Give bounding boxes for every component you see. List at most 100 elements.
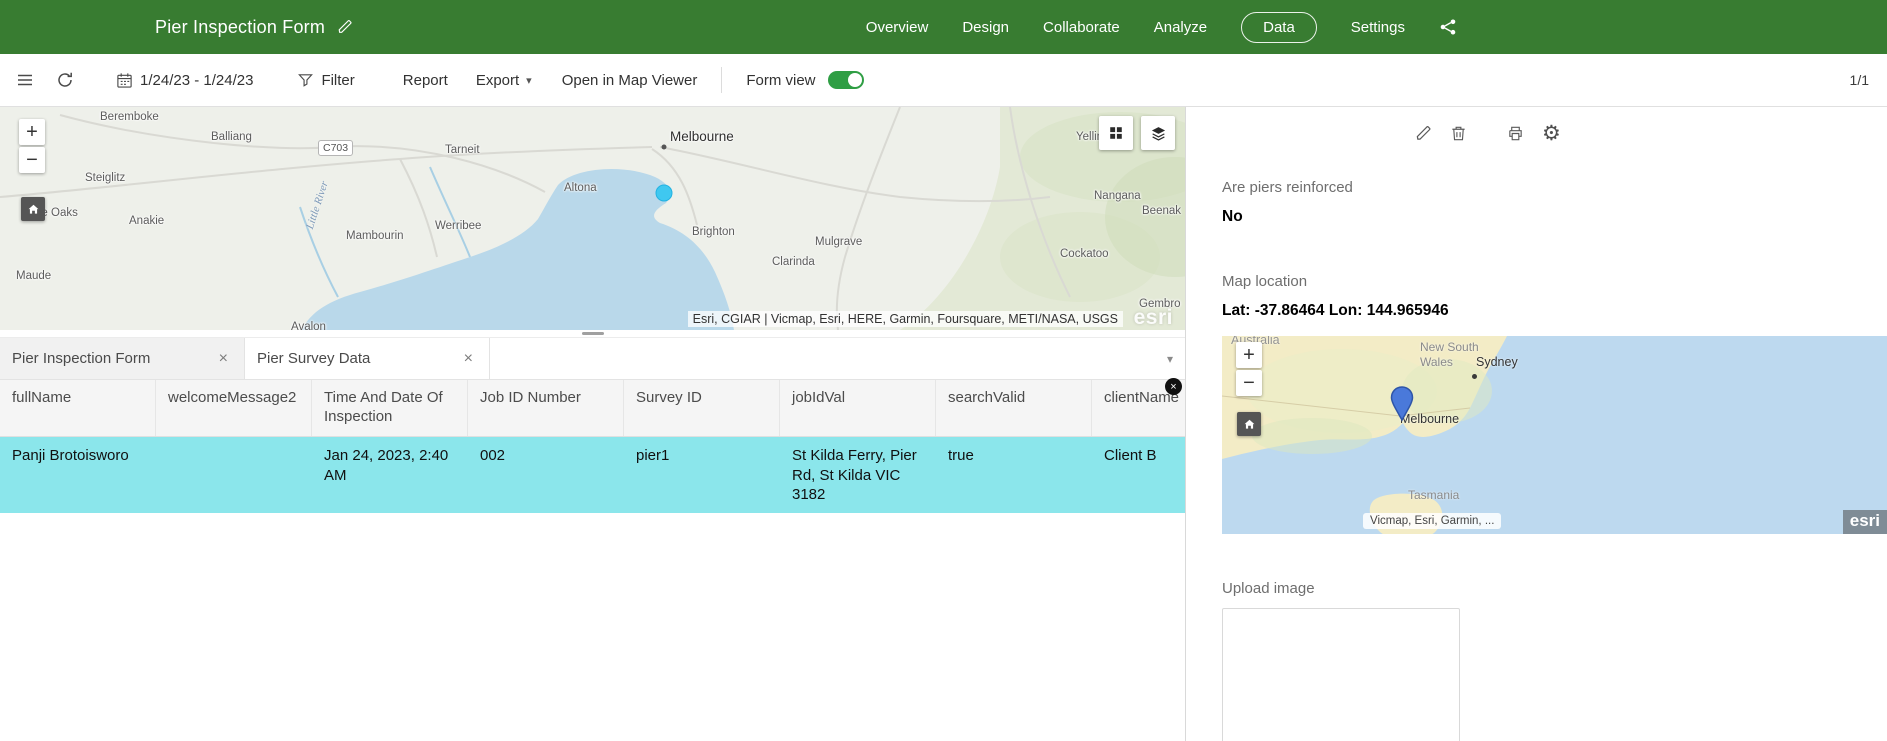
date-range-label: 1/24/23 - 1/24/23 [140, 71, 254, 89]
field-value-lat-lon: Lat: -37.86464 Lon: 144.965946 [1222, 302, 1449, 319]
tab-label: Pier Inspection Form [12, 350, 151, 367]
column-header-fullname[interactable]: fullName [0, 380, 156, 436]
upload-image-dropzone[interactable] [1222, 608, 1460, 741]
minimap-city-dot [1472, 374, 1477, 379]
hide-column-badge[interactable]: × [1165, 378, 1182, 395]
map-table-splitter [0, 330, 1185, 337]
calendar-icon [116, 72, 133, 89]
report-button[interactable]: Report [403, 72, 448, 89]
date-range-button[interactable]: 1/24/23 - 1/24/23 [116, 72, 253, 89]
map-label: Steiglitz [85, 172, 126, 184]
minimap-label: Tasmania [1408, 488, 1460, 502]
map-label: Mulgrave [815, 236, 863, 248]
zoom-in-button[interactable]: + [19, 119, 45, 145]
tab-pier-inspection-form[interactable]: Pier Inspection Form × [0, 338, 245, 379]
sheet-tabbar: Pier Inspection Form × Pier Survey Data … [0, 337, 1185, 380]
cell-searchvalid: true [948, 447, 974, 464]
cell-fullname: Panji Brotoisworo [12, 447, 129, 464]
table-header-row: fullName welcomeMessage2 Time And Date O… [0, 380, 1185, 437]
nav-collaborate[interactable]: Collaborate [1043, 19, 1120, 36]
cell-survey-id: pier1 [636, 447, 670, 464]
nav-analyze[interactable]: Analyze [1154, 19, 1207, 36]
export-button[interactable]: Export ▾ [476, 72, 532, 89]
column-header-survey-id[interactable]: Survey ID [624, 380, 780, 436]
minimap-zoom-out-button[interactable]: − [1236, 370, 1262, 396]
filter-label: Filter [321, 71, 355, 89]
map-label: Mambourin [346, 230, 404, 242]
splitter-handle[interactable] [581, 332, 604, 335]
column-header-job-id[interactable]: Job ID Number [468, 380, 624, 436]
app-header: Pier Inspection Form Overview Design Col… [0, 0, 1887, 54]
field-label-upload-image: Upload image [1222, 580, 1315, 597]
share-icon[interactable] [1439, 18, 1457, 36]
open-in-map-viewer-button[interactable]: Open in Map Viewer [562, 72, 698, 89]
record-actions: ⚙ [1415, 123, 1579, 144]
close-icon[interactable]: × [460, 350, 477, 368]
grid-icon [1108, 125, 1124, 141]
detail-minimap-canvas[interactable]: Australia New South Wales Sydney Melbour… [1222, 336, 1887, 534]
minimap-zoom-in-button[interactable]: + [1236, 342, 1262, 368]
minimap-graphic [1222, 336, 1887, 534]
home-extent-button[interactable] [21, 197, 45, 221]
field-label-piers-reinforced: Are piers reinforced [1222, 179, 1353, 196]
filter-button[interactable]: Filter [297, 71, 355, 89]
close-icon[interactable]: × [215, 350, 232, 368]
form-view-label: Form view [746, 71, 816, 89]
column-header-jobidval[interactable]: jobIdVal [780, 380, 936, 436]
column-header-welcomemessage2[interactable]: welcomeMessage2 [156, 380, 312, 436]
map-label: Anakie [129, 215, 165, 227]
minimap-home-button[interactable] [1237, 412, 1261, 436]
form-view-toggle[interactable] [827, 71, 864, 89]
map-canvas[interactable]: Beremboke Balliang Tarneit Steiglitz Alt… [0, 107, 1185, 330]
map-label: Tarneit [445, 144, 480, 156]
cell-job-id: 002 [480, 447, 506, 464]
delete-record-icon[interactable] [1450, 125, 1467, 142]
nav-overview[interactable]: Overview [866, 19, 929, 36]
nav-data-active[interactable]: Data [1241, 11, 1317, 43]
map-label: Beremboke [100, 111, 159, 123]
map-label: Beenak [1142, 205, 1182, 217]
toggle-knob [847, 73, 862, 87]
minimap-label: Sydney [1476, 355, 1518, 369]
refresh-icon[interactable] [56, 71, 74, 89]
esri-logo: esri [1133, 306, 1173, 329]
nav-design[interactable]: Design [962, 19, 1009, 36]
edit-record-icon[interactable] [1415, 125, 1432, 142]
print-icon[interactable] [1507, 125, 1524, 142]
field-label-map-location: Map location [1222, 273, 1308, 290]
column-header-time-date[interactable]: Time And Date Of Inspection [312, 380, 468, 436]
home-icon [27, 203, 40, 216]
chevron-down-icon: ▾ [526, 74, 532, 87]
column-header-searchvalid[interactable]: searchValid [936, 380, 1092, 436]
field-value-piers-reinforced: No [1222, 208, 1243, 225]
zoom-out-button[interactable]: − [19, 147, 45, 173]
tab-list-chevron-icon[interactable]: ▾ [1167, 338, 1173, 379]
cell-welcomemessage2 [156, 437, 312, 513]
home-icon [1243, 418, 1256, 431]
nav-settings[interactable]: Settings [1351, 19, 1405, 36]
toolbar-divider [721, 67, 723, 93]
layers-icon [1150, 125, 1167, 142]
map-label: Nangana [1094, 190, 1141, 202]
page-title: Pier Inspection Form [155, 16, 326, 37]
export-label: Export [475, 71, 520, 89]
map-label: Balliang [211, 131, 252, 143]
menu-icon[interactable] [16, 71, 34, 89]
tab-pier-survey-data[interactable]: Pier Survey Data × [245, 338, 490, 379]
map-attribution: Esri, CGIAR | Vicmap, Esri, HERE, Garmin… [687, 311, 1123, 327]
tab-label: Pier Survey Data [257, 350, 371, 367]
gear-icon[interactable]: ⚙ [1542, 123, 1561, 144]
map-label: Werribee [435, 220, 482, 232]
record-detail-panel: ⚙ Are piers reinforced No Map location L… [1185, 107, 1887, 741]
results-area: Beremboke Balliang Tarneit Steiglitz Alt… [0, 107, 1185, 741]
basemap-grid-button[interactable] [1099, 116, 1133, 150]
layers-button[interactable] [1141, 116, 1175, 150]
edit-title-icon[interactable] [337, 19, 353, 35]
cell-clientname: Client B [1104, 447, 1157, 464]
filter-icon [297, 72, 314, 89]
top-nav: Overview Design Collaborate Analyze Data… [866, 11, 1457, 43]
map-label-city: Melbourne [670, 129, 734, 144]
minimap-attribution: Vicmap, Esri, Garmin, ... [1363, 513, 1502, 529]
table-row-selected[interactable]: Panji Brotoisworo Jan 24, 2023, 2:40 AM … [0, 437, 1185, 513]
location-pin-icon[interactable] [1390, 386, 1414, 422]
